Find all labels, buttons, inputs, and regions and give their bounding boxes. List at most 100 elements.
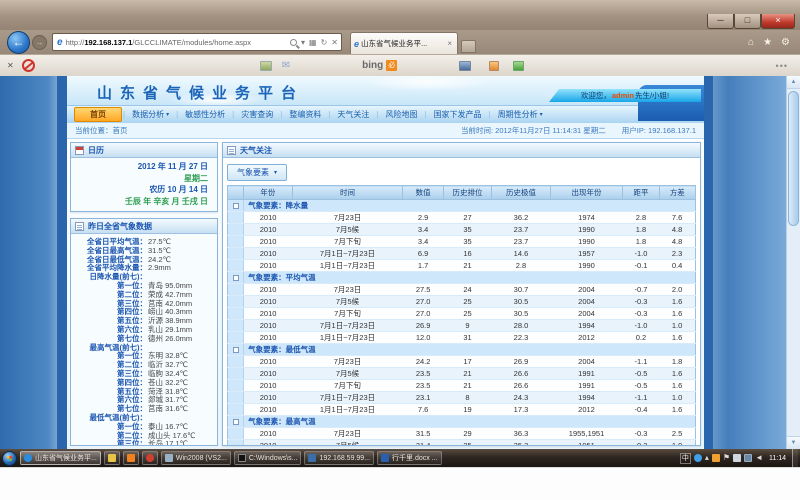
cell-4: 17 [443,356,491,368]
network-icon[interactable] [733,454,741,462]
site-nav: 首页|数据分析▾|敏感性分析|灾害查询|整编资料|天气关注|风险地图|国家下发产… [67,105,704,123]
task-word-button[interactable]: 行千里.docx ... [377,451,442,465]
cell-4: 16 [443,248,491,260]
cell-7: -0.3 [623,440,659,446]
cell-4: 29 [443,428,491,440]
table-group-row: 气象要素：降水量 [228,200,696,212]
cell-8: 4.8 [659,224,695,236]
scroll-down-icon[interactable]: ▼ [787,436,800,449]
group-checkbox[interactable] [233,347,239,353]
column-header-4: 历史排位 [443,186,491,200]
show-hidden-icons[interactable]: ▴ [705,454,709,462]
nav-item-3[interactable]: 敏感性分析 [179,108,231,121]
nav-item-4[interactable]: 灾害查询 [235,108,279,121]
nav-item-2[interactable]: 数据分析▾ [126,108,175,121]
task-window-button[interactable]: Win2008 (VS2... [161,451,231,465]
nav-item-8[interactable]: 国家下发产品 [428,108,488,121]
toolbar-close-icon[interactable]: ✕ [7,61,14,70]
cell-7: -0.5 [623,368,659,380]
minimize-button[interactable]: ─ [707,14,734,29]
cell-4: 25 [443,308,491,320]
address-bar[interactable]: e http://192.168.137.1/GLCCLIMATE/module… [52,33,342,51]
screenshot-icon[interactable] [260,61,272,71]
row-strip-cell [228,392,244,404]
table-row: 20107月下旬3.43523.719901.84.8 [228,236,696,248]
cell-5: 28.0 [492,320,551,332]
nav-item-7[interactable]: 风险地图 [379,108,423,121]
scrollbar-thumb[interactable] [788,91,799,226]
nav-item-9[interactable]: 周期性分析▾ [492,108,549,121]
task-label: 行千里.docx ... [392,453,438,463]
forward-button[interactable]: → [32,35,47,50]
cell-2: 7月5候 [292,296,403,308]
task-ie-button[interactable]: 山东省气候业务平... [20,451,101,465]
show-desktop-button[interactable] [792,449,798,467]
pinned-folder-button[interactable] [104,451,120,465]
cell-6: 1955,1951 [550,428,623,440]
volume-icon[interactable]: ◄ [755,454,763,462]
row-strip-cell [228,260,244,272]
group-checkbox[interactable] [233,203,239,209]
cell-7: -0.3 [623,428,659,440]
tab-close-icon[interactable]: × [445,39,454,48]
stat-label: 第三位： [71,440,147,445]
favorites-icon[interactable]: ★ [763,37,772,48]
browser-tab[interactable]: e 山东省气候业务平... × [350,32,458,54]
nav-item-1[interactable]: 首页 [74,107,122,122]
mail-icon[interactable]: ✉ [282,60,290,71]
task-remote-button[interactable]: 192.168.59.99... [304,451,374,465]
refresh-icon[interactable]: ↻ [321,38,328,47]
cell-7: -0.4 [623,404,659,416]
element-button-label: 气象要素 [237,167,269,178]
more-options-icon[interactable]: ••• [776,61,788,71]
calendar-lunar-date: 农历 10 月 14 日 [80,184,208,196]
nav-item-6[interactable]: 天气关注 [331,108,375,121]
flag-icon[interactable]: ⚑ [723,454,730,462]
welcome-prefix: 欢迎您， [581,90,611,101]
group-checkbox[interactable] [233,419,239,425]
close-button[interactable]: × [761,14,795,29]
cell-7: 2.8 [623,212,659,224]
cell-7: -0.5 [623,380,659,392]
cell-8: 1.6 [659,404,695,416]
row-strip-cell [228,440,244,446]
cell-4: 19 [443,404,491,416]
antivirus-icon[interactable] [712,454,720,462]
ime-indicator[interactable]: 中 [680,453,691,464]
cell-7: 1.8 [623,224,659,236]
cell-1: 2010 [244,380,292,392]
weather-focus-title: 天气关注 [240,145,272,156]
camera-icon[interactable] [459,61,471,71]
task-label: C:\Windows\s... [249,455,298,462]
display-icon[interactable] [744,454,752,462]
maximize-button[interactable]: □ [734,14,761,29]
page-viewport: 山东省气候业务平台 欢迎您，admin 先生/小姐! 首页|数据分析▾|敏感性分… [0,76,800,449]
people-icon[interactable] [513,61,524,71]
task-cmd-button[interactable]: C:\Windows\s... [234,451,302,465]
cell-6: 2012 [550,332,623,344]
compatibility-icon[interactable]: ▦ [309,38,317,47]
group-checkbox[interactable] [233,275,239,281]
nav-item-5[interactable]: 整编资料 [283,108,327,121]
search-icon[interactable] [290,39,297,46]
pinned-media-button[interactable] [123,451,139,465]
row-strip-cell [228,428,244,440]
person-icon[interactable] [489,61,499,71]
element-selector-button[interactable]: 气象要素 ▾ [227,164,287,181]
new-tab-button[interactable] [461,40,476,53]
taskbar-clock[interactable]: 11:14 [769,455,786,462]
pinned-browser-button[interactable] [142,451,158,465]
search-dropdown-icon[interactable]: ▾ [301,38,305,47]
cell-2: 7月5候 [292,368,403,380]
scroll-up-icon[interactable]: ▲ [787,76,800,89]
chevron-down-icon: ▾ [274,169,277,176]
cell-2: 7月下旬 [292,236,403,248]
start-button[interactable] [2,451,17,466]
home-icon[interactable]: ⌂ [748,37,754,48]
page-scrollbar[interactable]: ▲ ▼ [786,76,800,449]
stop-icon[interactable]: ✕ [331,38,338,47]
back-button[interactable]: ← [7,31,30,54]
tools-icon[interactable]: ⚙ [781,37,790,48]
messenger-icon[interactable] [694,454,702,462]
bing-logo[interactable]: bing 必 [362,60,397,71]
